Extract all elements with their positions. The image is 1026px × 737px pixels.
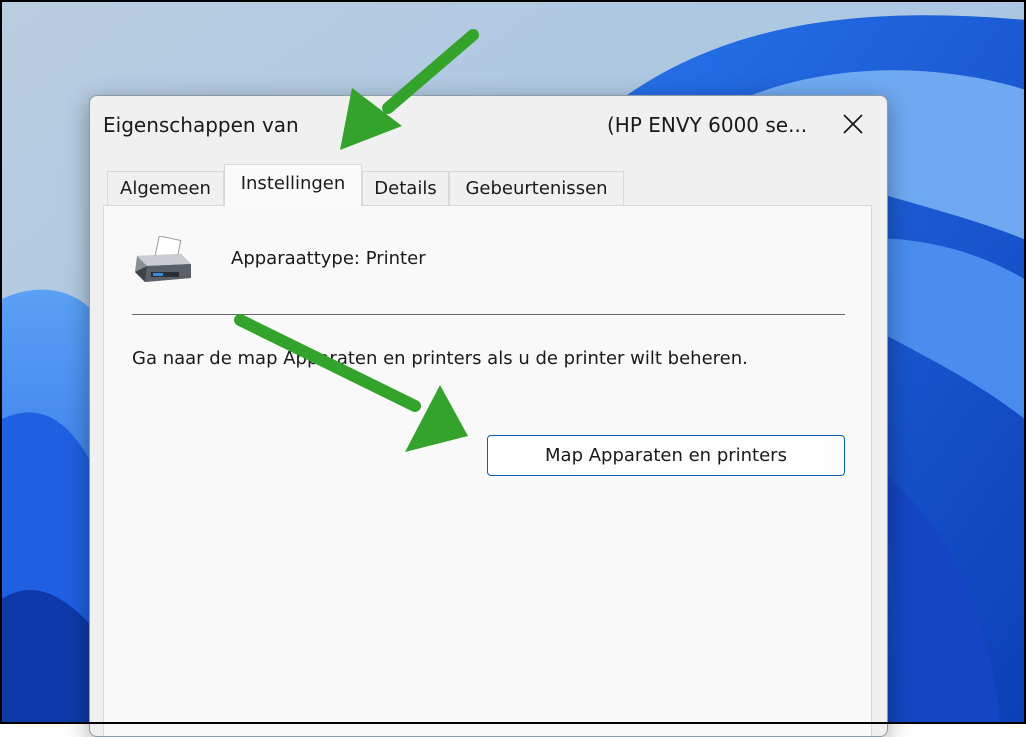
tab-details[interactable]: Details [362, 171, 449, 205]
info-text: Ga naar de map Apparaten en printers als… [132, 348, 748, 369]
window-title: Eigenschappen van [103, 113, 299, 137]
close-icon [843, 114, 863, 134]
device-type-label: Apparaattype: Printer [231, 248, 426, 269]
close-button[interactable] [834, 106, 872, 142]
tab-label: Algemeen [120, 178, 211, 199]
separator [132, 314, 845, 315]
tab-algemeen[interactable]: Algemeen [107, 171, 224, 205]
printer-icon [135, 236, 191, 282]
properties-dialog: Eigenschappen van (HP ENVY 6000 se... Al… [89, 95, 888, 737]
open-devices-printers-button[interactable]: Map Apparaten en printers [487, 435, 845, 476]
tab-instellingen[interactable]: Instellingen [224, 164, 362, 206]
window-title-device: (HP ENVY 6000 se... [607, 113, 808, 137]
settings-panel: Apparaattype: Printer Ga naar de map App… [103, 205, 872, 736]
tab-label: Details [374, 178, 437, 199]
tab-gebeurtenissen[interactable]: Gebeurtenissen [449, 171, 624, 205]
tab-label: Instellingen [240, 173, 346, 194]
tab-label: Gebeurtenissen [465, 178, 608, 199]
